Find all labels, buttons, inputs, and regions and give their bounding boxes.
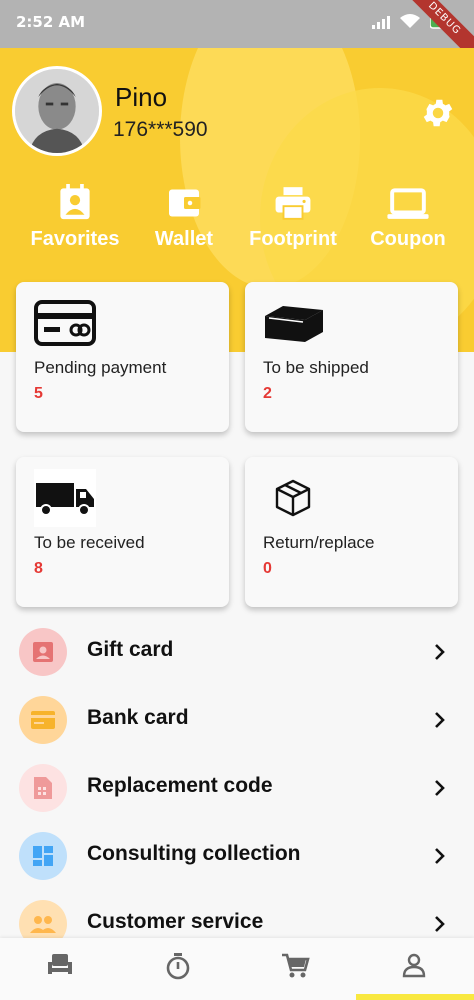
person-badge-icon — [60, 184, 90, 220]
quick-action-label: Footprint — [249, 228, 337, 250]
signal-icon — [372, 15, 390, 29]
menu-icon-circle — [19, 764, 67, 812]
chevron-right-icon — [435, 916, 445, 932]
quick-actions: Favorites Wallet Footprint Coupon — [0, 184, 474, 274]
order-card-label: Pending payment — [34, 358, 167, 377]
truck-icon-frame — [34, 469, 96, 527]
group-icon — [30, 916, 56, 933]
quick-action-label: Coupon — [370, 228, 446, 250]
status-time: 2:52 AM — [16, 13, 86, 31]
box-icon — [265, 306, 323, 342]
menu-item-label: Gift card — [87, 638, 174, 661]
order-card-label: To be received — [34, 533, 145, 552]
chevron-right-icon — [435, 780, 445, 796]
order-card-count: 8 — [34, 560, 43, 577]
avatar[interactable] — [12, 66, 102, 156]
status-bar: 2:52 AM DEBUG — [0, 0, 474, 68]
settings-button[interactable] — [420, 95, 456, 131]
menu-item-consulting-collection[interactable]: Consulting collection — [0, 822, 474, 890]
sim-card-icon — [34, 777, 52, 799]
menu-icon-circle — [19, 832, 67, 880]
cart-icon — [282, 953, 310, 978]
chevron-right-icon — [435, 848, 445, 864]
menu-item-replacement-code[interactable]: Replacement code — [0, 754, 474, 822]
user-name: Pino — [115, 82, 168, 112]
order-card-to-be-received[interactable]: To be received 8 — [16, 457, 229, 607]
order-card-label: Return/replace — [263, 533, 375, 552]
truck-icon — [36, 483, 94, 516]
quick-action-label: Wallet — [154, 228, 214, 250]
order-card-return-replace[interactable]: Return/replace 0 — [245, 457, 458, 607]
profile-tab[interactable] — [384, 952, 444, 986]
gift-card-icon — [33, 642, 53, 662]
dashboard-icon — [33, 846, 53, 866]
bottom-navigation — [0, 938, 474, 1000]
quick-action-footprint[interactable]: Footprint — [244, 184, 342, 251]
cart-tab[interactable] — [265, 952, 325, 986]
menu-item-label: Bank card — [87, 706, 189, 729]
screen: 2:52 AM DEBUG Pino 176***590 Favorites W… — [0, 0, 474, 1000]
menu-icon-circle — [19, 628, 67, 676]
menu-icon-circle — [19, 696, 67, 744]
gear-icon — [423, 99, 453, 127]
quick-action-label: Favorites — [30, 228, 120, 250]
menu-item-label: Replacement code — [87, 774, 273, 797]
order-card-label: To be shipped — [263, 358, 369, 377]
timer-icon — [166, 953, 190, 980]
quick-action-favorites[interactable]: Favorites — [26, 184, 124, 251]
menu-item-bank-card[interactable]: Bank card — [0, 686, 474, 754]
menu-item-label: Customer service — [87, 910, 264, 933]
home-tab[interactable] — [30, 952, 90, 986]
timer-tab[interactable] — [148, 952, 208, 986]
bank-card-icon — [31, 711, 55, 729]
person-icon — [402, 953, 426, 978]
wallet-icon — [169, 189, 201, 217]
chevron-right-icon — [435, 712, 445, 728]
wifi-icon — [400, 14, 420, 28]
printer-icon — [275, 187, 311, 220]
laptop-icon — [387, 188, 429, 219]
quick-action-wallet[interactable]: Wallet — [148, 184, 220, 251]
order-card-count: 2 — [263, 385, 272, 402]
package-icon — [275, 479, 311, 517]
menu-item-label: Consulting collection — [87, 842, 301, 865]
avatar-image — [15, 69, 99, 153]
active-tab-indicator — [356, 994, 474, 1000]
menu-item-gift-card[interactable]: Gift card — [0, 618, 474, 686]
order-card-pending-payment[interactable]: Pending payment 5 — [16, 282, 229, 432]
chevron-right-icon — [435, 644, 445, 660]
order-card-to-be-shipped[interactable]: To be shipped 2 — [245, 282, 458, 432]
seat-icon — [48, 954, 72, 974]
quick-action-coupon[interactable]: Coupon — [366, 184, 450, 251]
user-phone: 176***590 — [113, 118, 208, 141]
order-card-count: 0 — [263, 560, 272, 577]
credit-card-icon — [34, 300, 96, 346]
order-card-count: 5 — [34, 385, 43, 402]
